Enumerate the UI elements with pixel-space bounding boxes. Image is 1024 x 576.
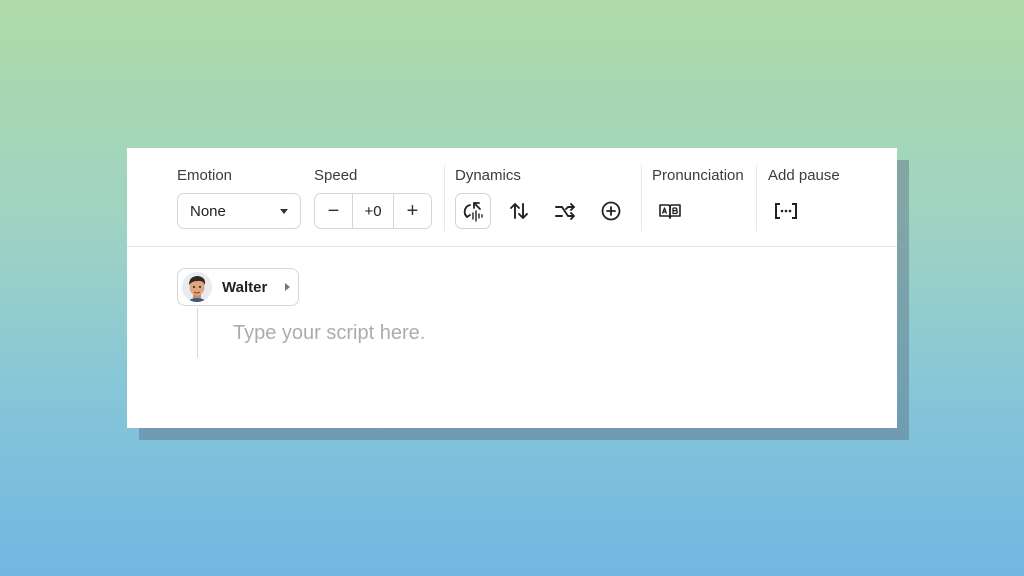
voice-dynamics-button[interactable]	[455, 193, 491, 229]
open-book-ab-icon	[659, 204, 681, 219]
speed-stepper: − +0 +	[314, 193, 432, 229]
toolbar-divider	[444, 165, 445, 231]
speed-increment-button[interactable]: +	[394, 194, 431, 228]
swap-updown-icon	[510, 203, 528, 219]
speaker-name: Walter	[222, 278, 268, 296]
speaker-selector[interactable]: Walter	[177, 268, 299, 306]
script-editor-card: Emotion None Speed − +0 + Dynamics Pronu…	[127, 148, 897, 428]
speed-value: +0	[352, 194, 394, 228]
toolbar-divider	[641, 165, 642, 231]
add-pause-label: Add pause	[768, 167, 840, 184]
dynamics-label: Dynamics	[455, 167, 521, 184]
shuffle-button[interactable]	[547, 193, 583, 229]
add-pause-button[interactable]	[768, 193, 804, 229]
toolbar-divider	[756, 165, 757, 231]
script-input[interactable]	[233, 322, 833, 345]
add-dynamic-button[interactable]	[593, 193, 629, 229]
add-circle-icon	[601, 201, 621, 221]
speed-decrement-button[interactable]: −	[315, 194, 352, 228]
script-indent-line	[197, 308, 198, 358]
emotion-value: None	[190, 202, 226, 220]
emotion-select[interactable]: None	[177, 193, 301, 229]
speed-label: Speed	[314, 167, 358, 184]
shuffle-icon	[555, 203, 575, 220]
toolbar: Emotion None Speed − +0 + Dynamics Pronu…	[127, 148, 897, 247]
avatar	[182, 272, 212, 302]
voice-dynamics-icon	[463, 202, 483, 222]
pronunciation-button[interactable]	[652, 193, 688, 229]
chevron-right-icon	[285, 283, 290, 291]
emotion-label: Emotion	[177, 167, 233, 184]
swap-updown-button[interactable]	[501, 193, 537, 229]
bracket-dots-icon	[775, 203, 797, 219]
chevron-down-icon	[280, 208, 288, 214]
pronunciation-label: Pronunciation	[652, 167, 744, 184]
